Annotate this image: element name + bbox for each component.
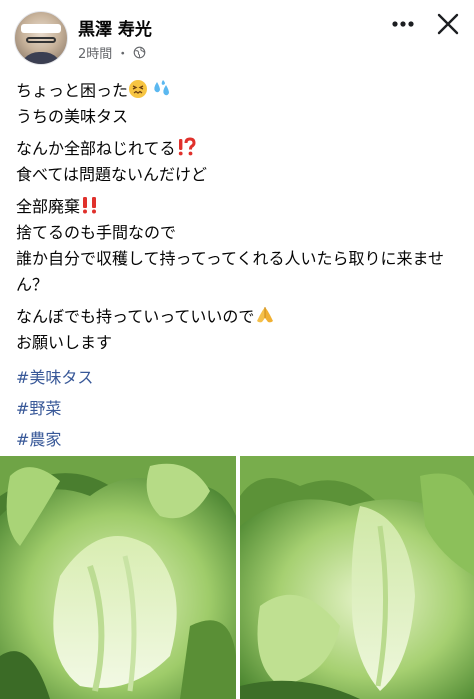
text-segment: なんぼでも持っていっていいので [16,307,255,326]
lettuce-photo-2[interactable] [240,456,474,699]
sweat-droplets-icon [154,80,170,96]
close-icon[interactable] [434,10,462,38]
folded-hands-icon [257,307,274,323]
paragraph-2: なんか全部ねじれてる 食べては問題ないんだけど [16,136,466,188]
avatar[interactable] [14,11,68,65]
exclamation-question-icon [178,137,196,156]
text-line: ちょっと困った [16,78,466,104]
text-line: なんか全部ねじれてる [16,136,466,162]
lettuce-photo-1[interactable] [0,456,236,699]
hashtag-link[interactable]: #野菜 [16,393,466,424]
paragraph-1: ちょっと困った うちの美味タス [16,78,466,130]
confounded-face-icon [129,80,148,98]
lettuce-image [240,456,474,699]
paragraph-3: 全部廃棄 捨てるのも手間なので 誰か自分で収穫して持ってってくれる人いたら取りに… [16,194,466,298]
paragraph-4: なんぼでも持っていっていいので お願いします [16,304,466,356]
glasses [26,37,56,43]
text-line: 誰か自分で収穫して持ってってくれる人いたら取りに来ませ​ん？ [16,249,445,294]
text-line: 捨てるのも手間なので [16,223,177,242]
double-exclamation-icon [83,197,97,214]
headband [21,24,61,33]
hashtag-link[interactable]: #美味タス [16,362,466,393]
author-name[interactable]: 黒澤 寿光 [78,15,152,40]
text-line: うちの美味タス [16,107,129,126]
text-segment: なんか全部ねじれてる [16,139,176,158]
post-body: ちょっと困った うちの美味タス なんか全部ねじれてる 食べては問題ないんだけど [16,78,466,455]
more-options-icon[interactable] [388,12,418,36]
lettuce-image [0,456,236,699]
post-header: 黒澤 寿光 2時間 ・ [0,0,474,70]
meta-separator: ・ [116,47,130,62]
text-segment: ちょっと困った [16,81,129,100]
globe-icon [133,46,146,59]
photo-grid [0,456,474,699]
hashtag-link[interactable]: #農家 [16,424,466,455]
text-segment: 全部廃棄 [16,197,81,216]
text-line: 食べては問題ないんだけど [16,165,208,184]
post-meta: 2時間 ・ [78,43,146,62]
text-line: なんぼでも持っていっていいので [16,304,466,330]
post-time[interactable]: 2時間 [78,43,112,62]
hashtag-list: #美味タス #野菜 #農家 [16,362,466,455]
text-line: 全部廃棄 [16,194,466,220]
text-line: お願いします [16,333,113,352]
shirt [19,52,63,64]
